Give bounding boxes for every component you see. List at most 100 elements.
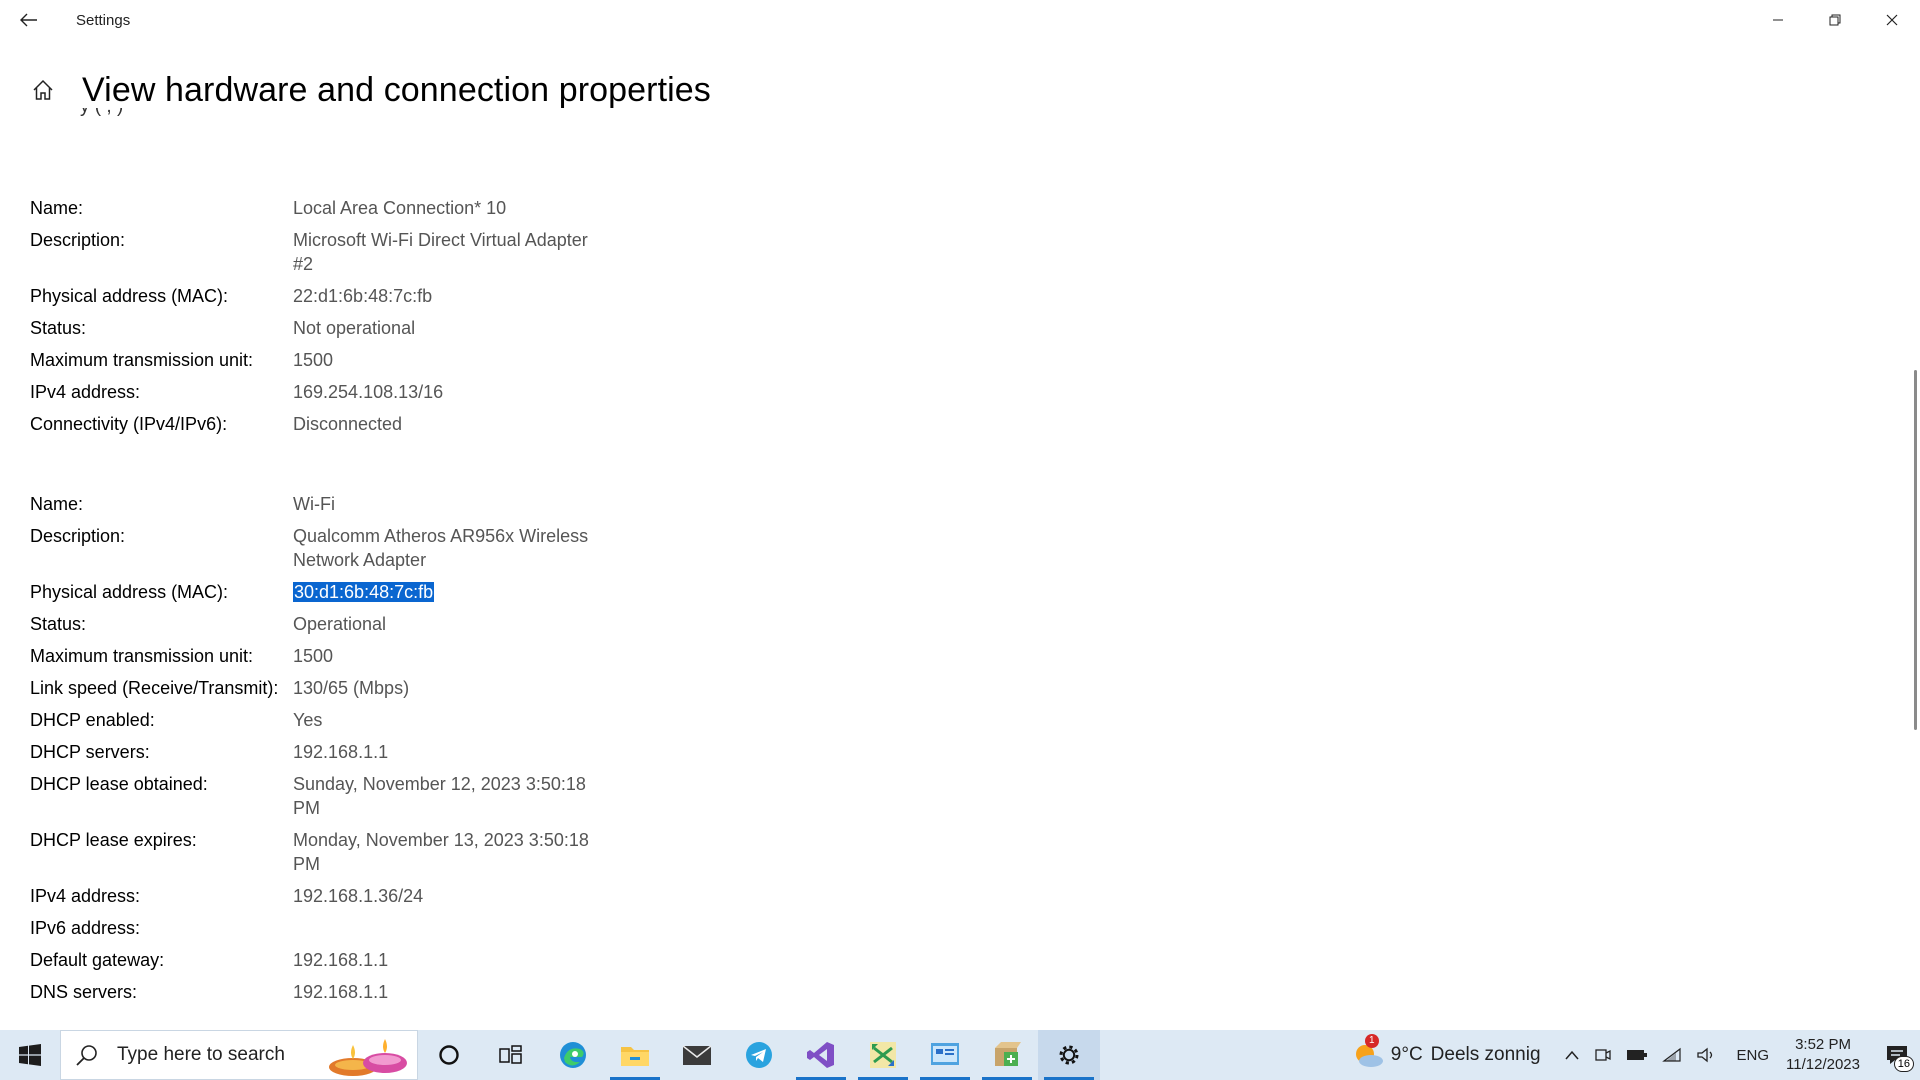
cortana-icon bbox=[439, 1045, 459, 1065]
property-value[interactable]: Microsoft Wi-Fi Direct Virtual Adapter #… bbox=[293, 228, 593, 276]
property-value[interactable]: Qualcomm Atheros AR956x Wireless Network… bbox=[293, 524, 593, 572]
property-row: DHCP enabled: Yes bbox=[30, 708, 930, 732]
diwali-lamp-icon bbox=[329, 1039, 407, 1076]
search-box[interactable]: Type here to search bbox=[60, 1030, 418, 1080]
back-button[interactable] bbox=[0, 0, 58, 40]
property-label: Name: bbox=[30, 198, 84, 218]
property-row: IPv4 address: 192.168.1.36/24 bbox=[30, 884, 930, 908]
property-label: Description: bbox=[30, 526, 126, 546]
chevron-up-icon bbox=[1564, 1050, 1579, 1060]
property-value[interactable]: 192.168.1.1 bbox=[293, 740, 593, 764]
installer-button[interactable] bbox=[976, 1030, 1038, 1080]
property-label: Status: bbox=[30, 614, 87, 634]
property-row: DNS servers: 192.168.1.1 bbox=[30, 980, 930, 1004]
action-center-button[interactable]: 16 bbox=[1874, 1030, 1920, 1080]
meet-now-button[interactable] bbox=[1594, 1047, 1612, 1063]
minimize-icon bbox=[1772, 19, 1783, 21]
property-value[interactable]: Wi-Fi bbox=[293, 492, 593, 516]
selected-text[interactable]: 30:d1:6b:48:7c:fb bbox=[293, 582, 435, 602]
property-row: DHCP servers: 192.168.1.1 bbox=[30, 740, 930, 764]
property-label: Connectivity (IPv4/IPv6): bbox=[30, 414, 228, 434]
minimize-button[interactable] bbox=[1749, 0, 1806, 40]
property-value[interactable]: 1500 bbox=[293, 644, 593, 668]
property-label: Description: bbox=[30, 230, 126, 250]
task-view-icon bbox=[499, 1045, 522, 1064]
weather-widget[interactable]: 1 9°C Deels zonnig bbox=[1351, 1034, 1541, 1070]
clock[interactable]: 3:52 PM 11/12/2023 bbox=[1786, 1035, 1860, 1075]
property-label: Default gateway: bbox=[30, 950, 165, 970]
property-value[interactable]: Yes bbox=[293, 708, 593, 732]
settings-icon bbox=[1059, 1045, 1079, 1065]
property-value[interactable]: 169.254.108.13/16 bbox=[293, 380, 593, 404]
title-bar: Settings bbox=[0, 0, 1920, 40]
system-tray: 1 9°C Deels zonnig ENG 3:52 PM 11/12/202… bbox=[1351, 1030, 1920, 1080]
control-panel-button[interactable] bbox=[914, 1030, 976, 1080]
visual-studio-icon bbox=[807, 1042, 834, 1068]
visual-studio-button[interactable] bbox=[790, 1030, 852, 1080]
network-tool-icon bbox=[870, 1042, 896, 1068]
property-value[interactable]: 1500 bbox=[293, 348, 593, 372]
home-button[interactable] bbox=[28, 75, 58, 105]
property-value[interactable]: Operational bbox=[293, 612, 593, 636]
property-value[interactable]: 192.168.1.1 bbox=[293, 980, 593, 1004]
property-row: Default gateway: 192.168.1.1 bbox=[30, 948, 930, 972]
page-title: View hardware and connection properties bbox=[82, 70, 711, 109]
property-value[interactable]: 30:d1:6b:48:7c:fb bbox=[293, 580, 593, 604]
property-value[interactable]: 192.168.1.36/24 bbox=[293, 884, 593, 908]
windows-logo-icon bbox=[19, 1044, 41, 1066]
property-label: Physical address (MAC): bbox=[30, 286, 229, 306]
property-label: Name: bbox=[30, 494, 84, 514]
language-indicator[interactable]: ENG bbox=[1737, 1047, 1770, 1064]
taskbar: Type here to search 1 9°C Deels zonnig E… bbox=[0, 1030, 1920, 1080]
search-placeholder: Type here to search bbox=[117, 1044, 285, 1065]
property-label: IPv4 address: bbox=[30, 382, 141, 402]
property-value[interactable] bbox=[293, 916, 593, 940]
show-hidden-icons-button[interactable] bbox=[1564, 1049, 1580, 1061]
property-value[interactable]: 130/65 (Mbps) bbox=[293, 676, 593, 700]
property-label: DHCP lease expires: bbox=[30, 830, 197, 850]
weather-description: Deels zonnig bbox=[1430, 1044, 1541, 1065]
file-explorer-button[interactable] bbox=[604, 1030, 666, 1080]
property-row: Physical address (MAC): 22:d1:6b:48:7c:fb bbox=[30, 284, 930, 308]
property-label: Link speed (Receive/Transmit): bbox=[30, 678, 279, 698]
app-title: Settings bbox=[76, 11, 131, 29]
scrollbar-thumb[interactable] bbox=[1914, 370, 1917, 730]
cortana-button[interactable] bbox=[418, 1030, 480, 1080]
notification-count: 16 bbox=[1893, 1056, 1914, 1072]
property-row: Status: Not operational bbox=[30, 316, 930, 340]
mail-button[interactable] bbox=[666, 1030, 728, 1080]
close-button[interactable] bbox=[1863, 0, 1920, 40]
property-row: Description: Qualcomm Atheros AR956x Wire… bbox=[30, 524, 930, 572]
search-icon bbox=[76, 1045, 97, 1066]
property-value[interactable]: Not operational bbox=[293, 316, 593, 340]
property-value[interactable]: 192.168.1.1 bbox=[293, 948, 593, 972]
scrollbar[interactable] bbox=[1910, 120, 1920, 1030]
adapter-block: Name: Wi-Fi Description: Qualcomm Atheros A… bbox=[30, 492, 930, 1004]
telegram-button[interactable] bbox=[728, 1030, 790, 1080]
restore-button[interactable] bbox=[1806, 0, 1863, 40]
property-value[interactable]: Disconnected bbox=[293, 412, 593, 436]
property-label: DHCP lease obtained: bbox=[30, 774, 208, 794]
property-row: Status: Operational bbox=[30, 612, 930, 636]
network-tool-button[interactable] bbox=[852, 1030, 914, 1080]
property-label: IPv4 address: bbox=[30, 886, 141, 906]
property-row: IPv6 address: bbox=[30, 916, 930, 940]
edge-button[interactable] bbox=[542, 1030, 604, 1080]
property-value[interactable]: Local Area Connection* 10 bbox=[293, 196, 593, 220]
property-label: DHCP servers: bbox=[30, 742, 150, 762]
start-button[interactable] bbox=[0, 1030, 60, 1080]
property-label: Maximum transmission unit: bbox=[30, 646, 254, 666]
settings-taskbar-button[interactable] bbox=[1038, 1030, 1100, 1080]
property-value[interactable]: Sunday, November 12, 2023 3:50:18 PM bbox=[293, 772, 593, 820]
property-value[interactable]: 22:d1:6b:48:7c:fb bbox=[293, 284, 593, 308]
speaker-icon bbox=[1696, 1047, 1712, 1063]
clock-time: 3:52 PM bbox=[1795, 1036, 1851, 1053]
property-value[interactable]: Monday, November 13, 2023 3:50:18 PM bbox=[293, 828, 593, 876]
network-button[interactable] bbox=[1661, 1047, 1682, 1063]
wifi-icon bbox=[1661, 1047, 1681, 1062]
property-row: Maximum transmission unit: 1500 bbox=[30, 348, 930, 372]
battery-button[interactable] bbox=[1626, 1048, 1648, 1062]
task-view-button[interactable] bbox=[480, 1030, 542, 1080]
volume-button[interactable] bbox=[1696, 1047, 1716, 1063]
properties-list: Name: Local Area Connection* 10 Descriptio… bbox=[30, 196, 930, 1060]
